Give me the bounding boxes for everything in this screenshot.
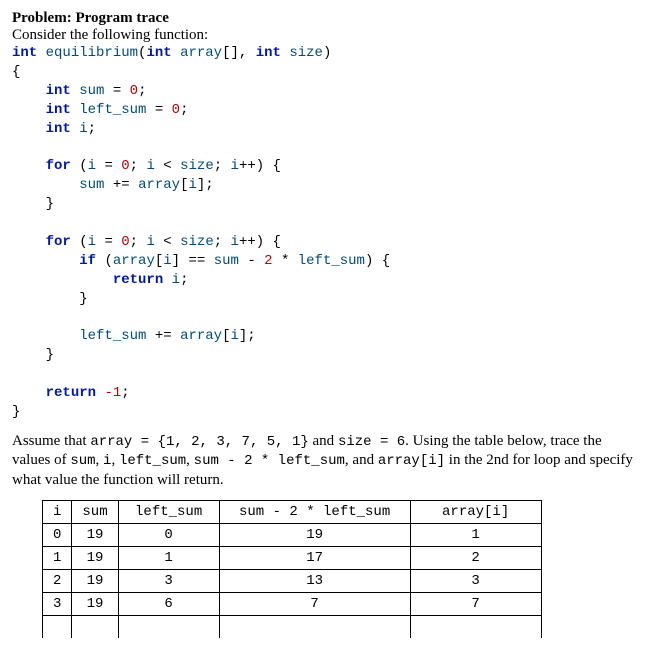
id: array [180,328,222,344]
id: i [163,253,171,269]
cell: 3 [118,570,219,593]
id: i [172,272,180,288]
col-array-i: array[i] [410,501,541,524]
id: sum [214,253,239,269]
text: , [111,452,119,468]
cell: 0 [43,524,72,547]
kw: int [12,45,37,61]
text: , [96,452,104,468]
cell [118,616,219,639]
id: i [231,234,239,250]
kw: return [46,385,96,401]
id: size [180,158,214,174]
cell: 19 [72,593,118,616]
cell: 3 [410,570,541,593]
text: Assume that [12,433,90,449]
cell [219,616,410,639]
kw: return [113,272,163,288]
cell: 6 [118,593,219,616]
id: i [231,158,239,174]
kw: for [46,158,71,174]
num: 2 [264,253,272,269]
problem-prompt: Consider the following function: [12,27,208,43]
id: left_sum [79,328,146,344]
id: array [138,177,180,193]
cell [410,616,541,639]
text: size = 6 [338,434,405,450]
cell: 17 [219,547,410,570]
text: , and [345,452,378,468]
table-header-row: i sum left_sum sum - 2 * left_sum array[… [43,501,542,524]
cell: 7 [219,593,410,616]
cell: 13 [219,570,410,593]
cell: 2 [43,570,72,593]
id: i [146,158,154,174]
id: size [180,234,214,250]
text: sum [70,453,95,469]
id: i [88,158,96,174]
cell: 1 [43,547,72,570]
cell: 1 [410,524,541,547]
id: i [188,177,196,193]
cell: 19 [72,524,118,547]
id: sum [79,177,104,193]
id: i [230,328,238,344]
num: 0 [172,102,180,118]
text: left_sum [119,453,186,469]
cell [43,616,72,639]
cell: 7 [410,593,541,616]
id: i [146,234,154,250]
id: size [289,45,323,61]
col-sum: sum [72,501,118,524]
cell: 19 [219,524,410,547]
cell: 0 [118,524,219,547]
id: array [113,253,155,269]
table-row: 3 19 6 7 7 [43,593,542,616]
cell: 2 [410,547,541,570]
trace-table: i sum left_sum sum - 2 * left_sum array[… [42,500,542,638]
id: array [180,45,222,61]
num: 0 [130,83,138,99]
cell: 1 [118,547,219,570]
kw: int [146,45,171,61]
num: -1 [104,385,121,401]
id: i [88,234,96,250]
table-row: 2 19 3 13 3 [43,570,542,593]
text: and [309,433,338,449]
num: 0 [121,234,129,250]
id: left_sum [298,253,365,269]
table-row: 0 19 0 19 1 [43,524,542,547]
kw: int [256,45,281,61]
num: 0 [121,158,129,174]
fn-name: equilibrium [46,45,138,61]
id: left_sum [79,102,146,118]
problem-title: Problem: Program trace [12,10,169,26]
code-listing: int equilibrium(int array[], int size) {… [12,44,638,422]
table-row: 1 19 1 17 2 [43,547,542,570]
table-row-empty [43,616,542,639]
text: sum - 2 * left_sum [194,453,345,469]
problem-description: Assume that array = {1, 2, 3, 7, 5, 1} a… [12,432,638,491]
col-expr: sum - 2 * left_sum [219,501,410,524]
kw: int [46,121,71,137]
kw: for [46,234,71,250]
cell: 19 [72,547,118,570]
text: array = {1, 2, 3, 7, 5, 1} [90,434,308,450]
cell: 3 [43,593,72,616]
cell: 19 [72,570,118,593]
id: sum [79,83,104,99]
kw: int [46,102,71,118]
cell [72,616,118,639]
text: , [186,452,194,468]
col-i: i [43,501,72,524]
col-left-sum: left_sum [118,501,219,524]
text: array[i] [378,453,445,469]
problem-heading: Problem: Program trace Consider the foll… [12,10,638,44]
kw: if [79,253,96,269]
id: i [79,121,87,137]
kw: int [46,83,71,99]
